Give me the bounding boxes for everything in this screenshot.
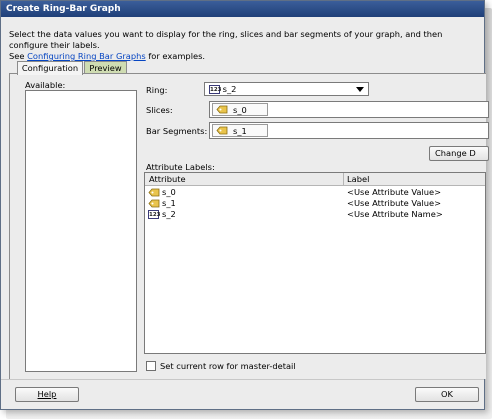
column-header-attribute[interactable]: Attribute	[149, 173, 186, 185]
master-detail-checkbox[interactable]	[146, 361, 156, 371]
available-list[interactable]	[25, 90, 137, 372]
row-label[interactable]: <Use Attribute Value>	[347, 187, 441, 198]
row-attribute: s_0	[162, 187, 176, 197]
create-ring-bar-graph-dialog: Create Ring-Bar Graph Select the data va…	[0, 0, 489, 410]
ring-select[interactable]: 123 s_2	[204, 82, 369, 96]
table-row[interactable]: s_0 <Use Attribute Value>	[145, 187, 485, 198]
available-label-text: Available:	[25, 80, 66, 90]
intro-after: for examples.	[145, 51, 206, 61]
table-row[interactable]: s_1 <Use Attribute Value>	[145, 198, 485, 209]
ring-select-value: 123 s_2	[209, 83, 236, 95]
table-row[interactable]: 123 s_2 <Use Attribute Name>	[145, 209, 485, 220]
slices-label: Slices:	[146, 105, 173, 115]
bar-segments-chip[interactable]: s_1	[212, 124, 268, 137]
table-header: Attribute Label	[145, 173, 485, 186]
column-header-label[interactable]: Label	[347, 173, 369, 185]
tag-icon	[148, 199, 160, 208]
tab-configuration[interactable]: Configuration	[17, 61, 83, 75]
row-attribute: s_2	[162, 209, 176, 219]
slices-chip[interactable]: s_0	[212, 103, 268, 116]
tag-icon	[216, 126, 228, 135]
chevron-down-icon[interactable]	[356, 87, 364, 92]
numeric-icon: 123	[148, 210, 161, 219]
bar-segments-field[interactable]: s_1	[209, 122, 489, 139]
configuring-ring-bar-graphs-link[interactable]: Configuring Ring Bar Graphs	[27, 51, 146, 61]
available-label: Available:	[25, 80, 65, 90]
bar-segments-chip-text: s_1	[233, 126, 247, 136]
dialog-title: Create Ring-Bar Graph	[1, 1, 484, 17]
help-button[interactable]: Help	[15, 387, 79, 402]
ok-button[interactable]: OK	[415, 387, 479, 402]
intro-sentence: Select the data values you want to displ…	[9, 29, 443, 50]
attribute-labels-table: Attribute Label s_0 <Use Attribute Value…	[144, 172, 486, 354]
row-attribute: s_1	[162, 198, 176, 208]
bar-segments-label: Bar Segments:	[146, 126, 208, 136]
numeric-icon: 123	[209, 85, 222, 94]
attribute-labels-label: Attribute Labels:	[146, 162, 215, 172]
ring-value-text: s_2	[222, 84, 237, 94]
change-button[interactable]: Change D	[429, 146, 489, 161]
slices-field[interactable]: s_0	[209, 101, 489, 118]
ring-label: Ring:	[146, 85, 168, 95]
master-detail-label: Set current row for master-detail	[160, 361, 296, 371]
row-label[interactable]: <Use Attribute Name>	[347, 209, 443, 220]
tag-icon	[148, 188, 160, 197]
slices-chip-text: s_0	[233, 105, 247, 115]
intro-see: See	[9, 51, 28, 61]
help-button-label: Help	[37, 389, 57, 399]
footer-divider	[1, 379, 484, 380]
column-divider[interactable]	[343, 173, 344, 185]
row-label[interactable]: <Use Attribute Value>	[347, 198, 441, 209]
intro-text: Select the data values you want to displ…	[9, 29, 479, 62]
tag-icon	[216, 105, 228, 114]
